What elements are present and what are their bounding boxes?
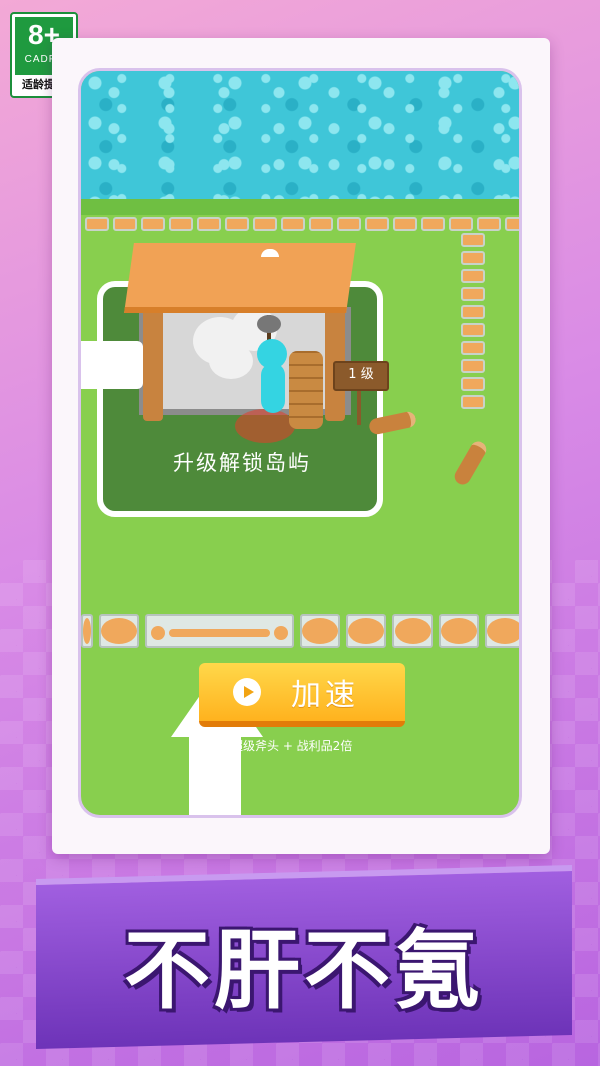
water	[81, 71, 519, 199]
wood-log[interactable]	[451, 438, 490, 488]
speed-up-label: 加速	[291, 678, 359, 713]
slogan-text: 不肝不氪	[124, 921, 484, 1021]
speed-up-subtitle: 超级斧头 + 战利品2倍	[231, 739, 353, 753]
hut-post-left	[143, 307, 163, 421]
axe-icon	[257, 315, 281, 333]
path-tiles	[81, 614, 519, 650]
shore	[81, 199, 519, 215]
player-character	[261, 363, 285, 413]
fence-top	[85, 217, 519, 231]
player-shadow	[235, 409, 295, 443]
speed-up-button[interactable]: 加速	[199, 663, 405, 727]
level-sign: 1 级	[333, 361, 389, 391]
log-stack	[289, 351, 323, 429]
play-icon	[233, 678, 261, 706]
speech-bubble	[81, 341, 143, 389]
game-screen[interactable]: 1 级 升级解锁岛屿 加速 超级斧头 + 战利品2倍	[78, 68, 522, 818]
hut-roof	[124, 243, 356, 313]
fence-right	[461, 233, 485, 409]
unlock-island-text: 升级解锁岛屿	[173, 451, 311, 475]
